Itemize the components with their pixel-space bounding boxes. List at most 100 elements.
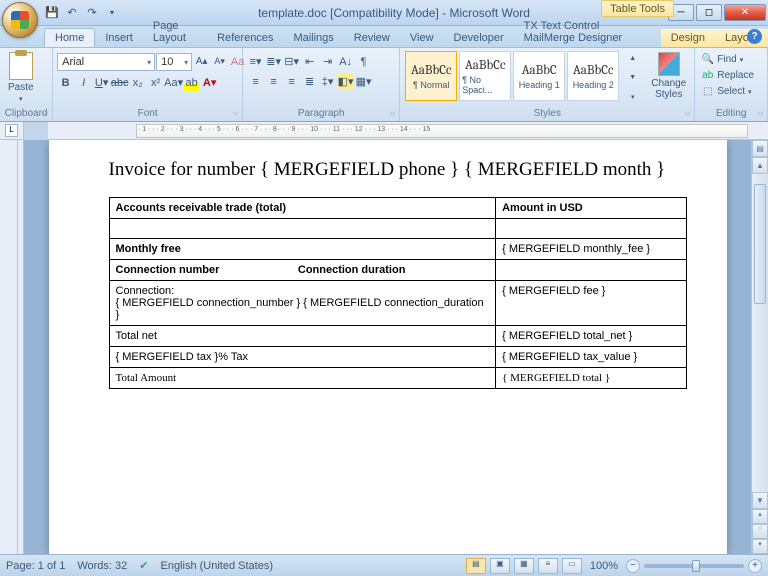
vertical-scrollbar[interactable]: ▤ ▲ ▼ ▴ ○ ▾ (751, 140, 768, 554)
tab-mailmerge[interactable]: TX Text Control MailMerge Designer (514, 17, 661, 47)
indent-inc-icon[interactable]: ⇥ (319, 53, 336, 70)
sort-icon[interactable]: A↓ (337, 53, 354, 70)
undo-icon[interactable]: ↶ (64, 5, 80, 21)
document-area: Invoice for number { MERGEFIELD phone } … (0, 140, 768, 554)
replace-icon: ab (701, 69, 714, 82)
italic-icon[interactable]: I (75, 74, 92, 91)
zoom-out-icon[interactable]: − (626, 559, 640, 573)
zoom-level[interactable]: 100% (590, 560, 618, 572)
contextual-tab-label: Table Tools (601, 0, 674, 17)
style-item[interactable]: AaBbCc¶ No Spaci... (459, 51, 511, 101)
tab-view[interactable]: View (400, 29, 444, 47)
superscript-icon[interactable]: x² (147, 74, 164, 91)
change-styles-icon (658, 52, 680, 76)
tab-design[interactable]: Design (661, 29, 715, 47)
styles-row-up-icon[interactable]: ▲ (624, 50, 641, 67)
scroll-up-icon[interactable]: ▲ (752, 157, 768, 174)
status-page[interactable]: Page: 1 of 1 (6, 560, 65, 572)
styles-more-icon[interactable]: ▾ (624, 88, 641, 105)
bullets-icon[interactable]: ≡▾ (247, 53, 264, 70)
ruler-corner[interactable]: L (5, 124, 18, 137)
line-spacing-icon[interactable]: ‡▾ (319, 73, 336, 90)
quick-access-toolbar: 💾 ↶ ↷ ▾ (44, 5, 120, 21)
zoom-slider[interactable] (644, 564, 744, 568)
tab-mailings[interactable]: Mailings (283, 29, 343, 47)
borders-icon[interactable]: ▦▾ (355, 73, 372, 90)
font-color-icon[interactable]: A▾ (201, 74, 218, 91)
redo-icon[interactable]: ↷ (84, 5, 100, 21)
save-icon[interactable]: 💾 (44, 5, 60, 21)
scroll-down-icon[interactable]: ▼ (752, 492, 768, 509)
highlight-icon[interactable]: ab (183, 74, 200, 91)
numbering-icon[interactable]: ≣▾ (265, 53, 282, 70)
align-left-icon[interactable]: ≡ (247, 73, 264, 90)
view-outline-icon[interactable]: ≡ (538, 558, 558, 574)
align-right-icon[interactable]: ≡ (283, 73, 300, 90)
paste-icon (9, 52, 33, 80)
ribbon-tabs: Home Insert Page Layout References Maili… (0, 26, 768, 48)
underline-icon[interactable]: U▾ (93, 74, 110, 91)
find-button[interactable]: 🔍Find▾ (699, 52, 745, 67)
tab-developer[interactable]: Developer (444, 29, 514, 47)
monthly-free-label: Monthly free (109, 238, 496, 259)
group-paragraph: ≡▾ ≣▾ ⊟▾ ⇤ ⇥ A↓ ¶ ≡ ≡ ≡ ≣ ‡▾ ◧▾ ▦▾ Parag… (243, 48, 400, 121)
tab-insert[interactable]: Insert (95, 29, 143, 47)
style-item[interactable]: AaBbCHeading 1 (513, 51, 565, 101)
total-net-label: Total net (109, 325, 496, 346)
help-icon[interactable]: ? (747, 29, 762, 44)
next-page-icon[interactable]: ▾ (752, 539, 768, 554)
strike-icon[interactable]: abc (111, 74, 128, 91)
paste-button[interactable]: Paste ▾ (4, 50, 38, 105)
vertical-ruler[interactable] (0, 140, 24, 554)
office-button[interactable] (2, 2, 38, 38)
prev-page-icon[interactable]: ▴ (752, 509, 768, 524)
status-language[interactable]: English (United States) (160, 560, 273, 572)
subscript-icon[interactable]: x₂ (129, 74, 146, 91)
qat-more-icon[interactable]: ▾ (104, 5, 120, 21)
tab-review[interactable]: Review (344, 29, 400, 47)
horizontal-ruler[interactable]: · 1 · · · 2 · · · 3 · · · 4 · · · 5 · · … (48, 122, 768, 140)
group-label-styles: Styles (404, 107, 690, 121)
tab-page-layout[interactable]: Page Layout (143, 17, 207, 47)
shrink-font-icon[interactable]: A▾ (211, 53, 228, 70)
close-button[interactable]: ✕ (724, 4, 766, 21)
align-center-icon[interactable]: ≡ (265, 73, 282, 90)
style-item[interactable]: AaBbCc¶ Normal (405, 51, 457, 101)
justify-icon[interactable]: ≣ (301, 73, 318, 90)
replace-button[interactable]: abReplace (699, 68, 756, 83)
change-case-icon[interactable]: Aa▾ (165, 74, 182, 91)
multilevel-icon[interactable]: ⊟▾ (283, 53, 300, 70)
zoom-thumb[interactable] (692, 560, 700, 572)
monthly-fee-field: { MERGEFIELD monthly_fee } (496, 238, 686, 259)
maximize-button[interactable]: ◻ (696, 4, 722, 21)
view-print-layout-icon[interactable]: ▤ (466, 558, 486, 574)
scroll-thumb[interactable] (754, 184, 766, 304)
shading-icon[interactable]: ◧▾ (337, 73, 354, 90)
bold-icon[interactable]: B (57, 74, 74, 91)
browse-object-icon[interactable]: ○ (752, 524, 768, 539)
show-marks-icon[interactable]: ¶ (355, 53, 372, 70)
total-net-field: { MERGEFIELD total_net } (496, 325, 686, 346)
select-button[interactable]: ⬚Select▾ (699, 84, 753, 99)
style-item[interactable]: AaBbCcHeading 2 (567, 51, 619, 101)
change-styles-button[interactable]: Change Styles (647, 50, 690, 102)
view-full-screen-icon[interactable]: ▣ (490, 558, 510, 574)
invoice-table[interactable]: Accounts receivable trade (total) Amount… (109, 197, 687, 389)
document-page[interactable]: Invoice for number { MERGEFIELD phone } … (49, 140, 727, 554)
indent-dec-icon[interactable]: ⇤ (301, 53, 318, 70)
ribbon: Paste ▾ Clipboard Arial 10 A▴ A▾ Aа B I … (0, 48, 768, 122)
view-web-icon[interactable]: ▦ (514, 558, 534, 574)
font-family-combo[interactable]: Arial (57, 53, 155, 71)
view-draft-icon[interactable]: ▭ (562, 558, 582, 574)
status-proofing-icon[interactable]: ✔ (139, 559, 148, 572)
fee-field: { MERGEFIELD fee } (496, 280, 686, 325)
status-words[interactable]: Words: 32 (77, 560, 127, 572)
tab-references[interactable]: References (207, 29, 283, 47)
select-icon: ⬚ (701, 85, 714, 98)
styles-row-down-icon[interactable]: ▼ (624, 69, 641, 86)
font-size-combo[interactable]: 10 (156, 53, 192, 71)
zoom-in-icon[interactable]: + (748, 559, 762, 573)
ruler-toggle-icon[interactable]: ▤ (752, 140, 768, 157)
tab-home[interactable]: Home (44, 28, 95, 47)
grow-font-icon[interactable]: A▴ (193, 53, 210, 70)
